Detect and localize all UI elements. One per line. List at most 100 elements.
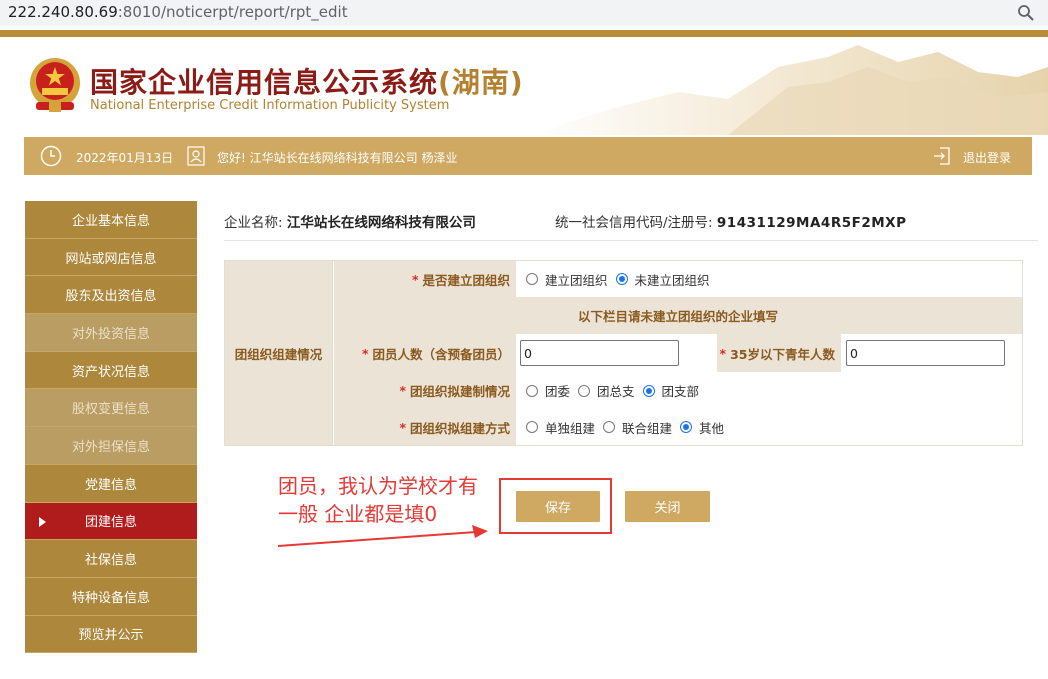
radio-dot-selected[interactable] xyxy=(615,273,628,285)
zoom-icon[interactable] xyxy=(1016,3,1036,23)
radio-label: 单独组建 xyxy=(545,420,596,436)
system-label-cell: * 团组织拟建制情况 xyxy=(334,372,516,409)
sidebar-item-guarantee[interactable]: 对外担保信息 xyxy=(25,427,197,465)
sidebar-item-label: 对外担保信息 xyxy=(71,439,150,455)
method-label: 团组织拟组建方式 xyxy=(409,420,510,436)
members-label: 团员人数（含预备团员） xyxy=(372,346,510,362)
radio-dot[interactable] xyxy=(526,384,538,397)
q1-label-cell: * 是否建立团组织 xyxy=(334,261,516,297)
radio-label: 联合组建 xyxy=(622,420,673,436)
logout-icon[interactable] xyxy=(932,146,952,166)
url-host: 222.240.80.69 xyxy=(8,3,118,21)
national-emblem-logo xyxy=(30,58,80,112)
members-input[interactable] xyxy=(520,340,679,366)
instruction-band: 以下栏目请未建立团组织的企业填写 xyxy=(334,297,1022,334)
radio-other[interactable]: 其他 xyxy=(680,418,724,437)
user-greeting: 您好! 江华站长在线网络科技有限公司 杨泽业 xyxy=(217,151,458,165)
system-options: 团委 团总支 团支部 xyxy=(516,372,1022,409)
url-text[interactable]: 222.240.80.69:8010/noticerpt/report/rpt_… xyxy=(8,3,348,21)
required-mark: * xyxy=(411,271,419,287)
radio-dot[interactable] xyxy=(526,421,538,433)
radio-dot[interactable] xyxy=(526,273,538,285)
required-mark: * xyxy=(399,419,406,435)
radio-label: 团支部 xyxy=(661,384,700,399)
radio-committee[interactable]: 团委 xyxy=(526,381,570,400)
youth-input[interactable] xyxy=(846,340,1005,366)
company-name-line: 企业名称: 江华站长在线网络科技有限公司 xyxy=(224,211,476,231)
sidebar-item-label: 对外投资信息 xyxy=(71,326,150,342)
url-path: :8010/noticerpt/report/rpt_edit xyxy=(117,3,348,21)
annotation-line-1: 团员，我认为学校才有 xyxy=(278,474,478,498)
radio-label: 其他 xyxy=(699,420,725,436)
radio-establish[interactable]: 建立团组织 xyxy=(526,270,608,289)
site-header: 国家企业信用信息公示系统(湖南) National Enterprise Cre… xyxy=(0,37,1048,135)
section-title: 团组织组建情况 xyxy=(225,261,333,445)
radio-label: 团委 xyxy=(545,384,571,399)
active-arrow-icon xyxy=(39,516,46,527)
required-mark: * xyxy=(361,345,369,361)
q1-options: 建立团组织 未建立团组织 xyxy=(516,261,1022,297)
members-label-cell: * 团员人数（含预备团员） xyxy=(334,334,516,372)
youth-label-cell: * 35岁以下青年人数 xyxy=(717,334,841,372)
clock-icon xyxy=(40,145,62,167)
close-button[interactable]: 关闭 xyxy=(625,491,710,522)
sidebar-item-label: 股权变更信息 xyxy=(71,402,150,418)
current-date: 2022年01月13日 xyxy=(76,151,174,165)
youth-label: 35岁以下青年人数 xyxy=(730,346,835,362)
radio-label: 未建立团组织 xyxy=(634,272,710,288)
radio-dot[interactable] xyxy=(578,384,591,397)
radio-standalone[interactable]: 单独组建 xyxy=(526,418,595,437)
site-title-main: 国家企业信用信息公示系统 xyxy=(90,66,439,99)
league-form-table: 团组织组建情况 * 是否建立团组织 建立团组织 未建立团组织 以下栏目请未建立团组… xyxy=(224,260,1023,446)
radio-branch[interactable]: 团支部 xyxy=(642,381,700,400)
credit-code: 91431129MA4R5F2MXP xyxy=(716,215,907,231)
sidebar-item-league[interactable]: 团建信息 xyxy=(25,502,197,541)
save-button[interactable]: 保存 xyxy=(516,491,600,522)
sidebar-nav: 企业基本信息 网站或网店信息 股东及出资信息 对外投资信息 资产状况信息 股权变… xyxy=(25,201,197,654)
required-mark: * xyxy=(719,345,727,361)
header-top-stripe xyxy=(0,30,1048,37)
radio-dot[interactable] xyxy=(603,421,616,433)
site-title: 国家企业信用信息公示系统(湖南) xyxy=(90,61,524,101)
credit-code-line: 统一社会信用代码/注册号: 91431129MA4R5F2MXP xyxy=(555,211,906,231)
sidebar-item-special-equipment[interactable]: 特种设备信息 xyxy=(25,577,197,616)
sidebar-item-label: 企业基本信息 xyxy=(71,213,150,229)
sidebar-item-label: 股东及出资信息 xyxy=(65,289,157,305)
sidebar-item-label: 团建信息 xyxy=(84,515,137,531)
sidebar-item-website-info[interactable]: 网站或网店信息 xyxy=(25,238,197,277)
sidebar-item-assets[interactable]: 资产状况信息 xyxy=(25,351,197,390)
sidebar-item-basic-info[interactable]: 企业基本信息 xyxy=(25,201,197,239)
radio-joint[interactable]: 联合组建 xyxy=(603,418,672,437)
user-icon xyxy=(187,146,205,166)
company-name: 江华站长在线网络科技有限公司 xyxy=(286,215,476,231)
user-info-bar: 2022年01月13日 您好! 江华站长在线网络科技有限公司 杨泽业 退出登录 xyxy=(24,137,1032,175)
required-mark: * xyxy=(399,383,406,398)
method-options: 单独组建 联合组建 其他 xyxy=(516,409,1022,445)
sidebar-item-shareholders[interactable]: 股东及出资信息 xyxy=(25,276,197,315)
sidebar-item-investment[interactable]: 对外投资信息 xyxy=(25,314,197,352)
logout-link[interactable]: 退出登录 xyxy=(963,149,1011,166)
sidebar-item-label: 特种设备信息 xyxy=(71,590,150,606)
q1-label: 是否建立团组织 xyxy=(422,272,510,288)
radio-general-branch[interactable]: 团总支 xyxy=(578,381,635,400)
sidebar-item-label: 社保信息 xyxy=(84,553,137,569)
divider xyxy=(224,240,1038,241)
system-label: 团组织拟建制情况 xyxy=(409,384,510,399)
browser-address-bar[interactable]: 222.240.80.69:8010/noticerpt/report/rpt_… xyxy=(0,0,1048,26)
radio-dot-selected[interactable] xyxy=(680,421,693,433)
sidebar-item-party[interactable]: 党建信息 xyxy=(25,464,197,503)
method-label-cell: * 团组织拟组建方式 xyxy=(334,409,516,445)
sidebar-item-label: 预览并公示 xyxy=(78,628,144,644)
sidebar-item-social-security[interactable]: 社保信息 xyxy=(25,540,197,578)
credit-code-label: 统一社会信用代码/注册号: xyxy=(555,215,713,231)
radio-not-establish[interactable]: 未建立团组织 xyxy=(615,270,710,289)
radio-label: 建立团组织 xyxy=(545,272,608,288)
radio-label: 团总支 xyxy=(597,384,635,399)
sidebar-item-label: 网站或网店信息 xyxy=(65,251,157,267)
radio-dot-selected[interactable] xyxy=(642,384,655,397)
sidebar-item-preview-publish[interactable]: 预览并公示 xyxy=(25,615,197,654)
site-subtitle: National Enterprise Credit Information P… xyxy=(90,98,450,113)
sidebar-item-label: 资产状况信息 xyxy=(71,364,150,380)
sidebar-item-equity-change[interactable]: 股权变更信息 xyxy=(25,389,197,428)
mountain-background-image xyxy=(528,45,1048,135)
